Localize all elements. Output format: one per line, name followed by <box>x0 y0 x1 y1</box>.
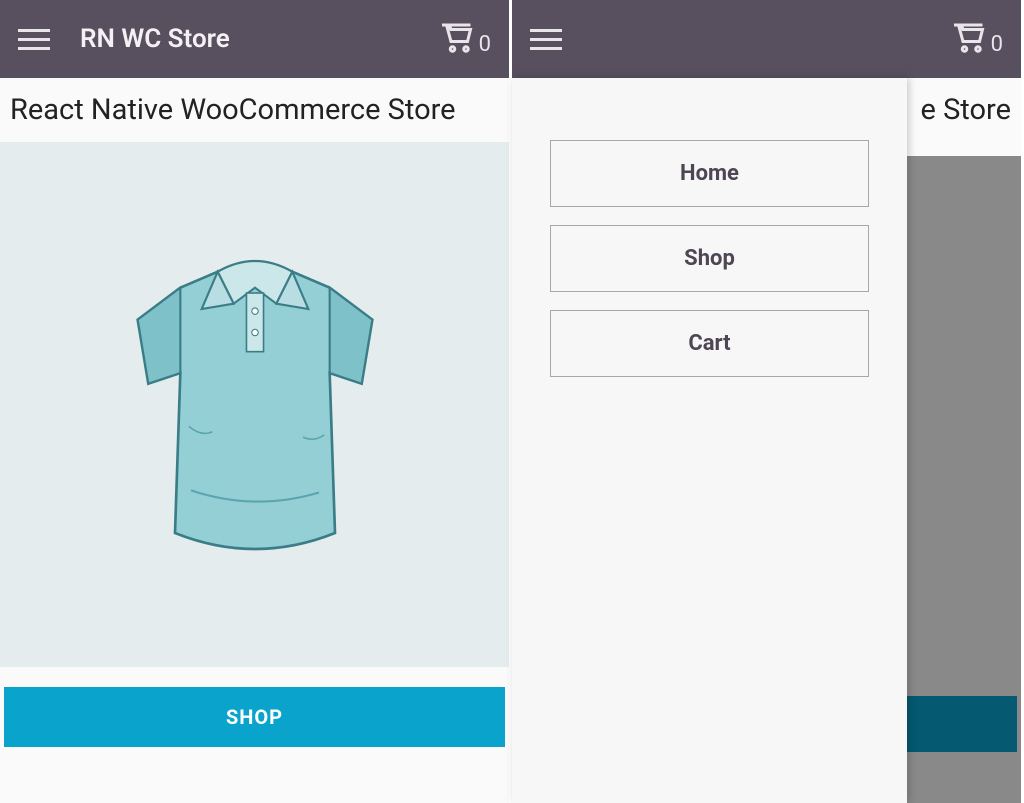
app-header: 0 <box>512 0 1021 78</box>
shop-button[interactable]: SHOP <box>4 687 505 747</box>
nav-drawer: Home Shop Cart <box>512 78 907 803</box>
screen-home: RN WC Store 0 React Native WooCommerce S… <box>0 0 512 803</box>
shirt-illustration <box>95 205 415 605</box>
menu-icon[interactable] <box>18 21 54 57</box>
cart-count: 0 <box>479 32 491 59</box>
drawer-item-cart[interactable]: Cart <box>550 310 869 377</box>
cart-icon <box>951 19 987 59</box>
page-title: React Native WooCommerce Store <box>0 78 509 142</box>
page-title-peek: e Store <box>921 93 1011 127</box>
app-header: RN WC Store 0 <box>0 0 509 78</box>
menu-icon[interactable] <box>530 21 566 57</box>
header-title: RN WC Store <box>80 24 439 54</box>
screen-drawer-open: 0 e Store Home Shop Cart <box>512 0 1024 803</box>
cart-button[interactable]: 0 <box>951 19 1003 59</box>
product-image <box>0 142 509 667</box>
drawer-item-home[interactable]: Home <box>550 140 869 207</box>
drawer-item-shop[interactable]: Shop <box>550 225 869 292</box>
cart-icon <box>439 19 475 59</box>
cart-button[interactable]: 0 <box>439 19 491 59</box>
cart-count: 0 <box>991 32 1003 59</box>
